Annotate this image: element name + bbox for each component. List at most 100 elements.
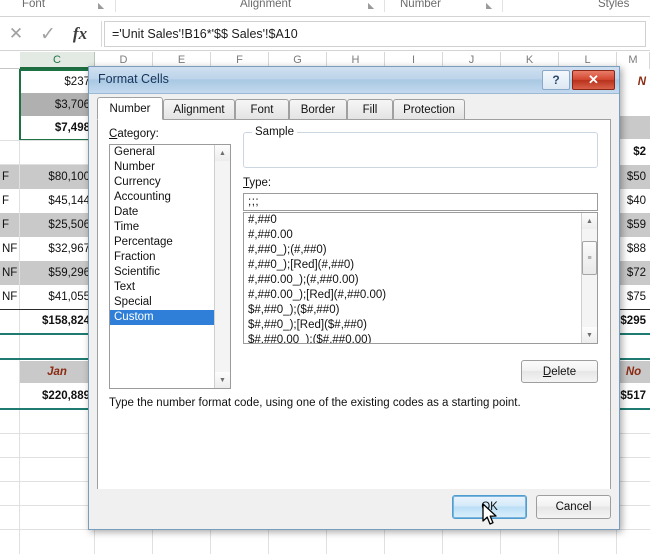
tab-fill[interactable]: Fill bbox=[347, 99, 393, 120]
tab-number[interactable]: Number bbox=[97, 97, 163, 120]
teal-rule bbox=[0, 333, 94, 335]
cell-right-month[interactable]: No bbox=[617, 361, 650, 383]
delete-accelerator: D bbox=[542, 365, 552, 378]
ribbon-group-number: Number bbox=[400, 0, 441, 10]
delete-button[interactable]: Delete bbox=[521, 360, 598, 383]
category-item-percentage[interactable]: Percentage bbox=[110, 235, 230, 250]
type-item-2[interactable]: #,##0_);(#,##0) bbox=[244, 243, 597, 258]
cell-right-1[interactable]: $2 bbox=[617, 140, 650, 164]
cell-right-7[interactable]: $75 bbox=[617, 285, 650, 309]
category-item-number[interactable]: Number bbox=[110, 160, 230, 175]
category-item-scientific[interactable]: Scientific bbox=[110, 265, 230, 280]
category-listbox[interactable]: General Number Currency Accounting Date … bbox=[109, 144, 231, 389]
cell-c-6[interactable]: $25,506 bbox=[20, 213, 94, 237]
insert-function-icon[interactable]: fx bbox=[64, 21, 96, 47]
tab-protection[interactable]: Protection bbox=[393, 99, 465, 120]
cell-c-2[interactable]: $3,706 bbox=[20, 93, 94, 116]
type-item-7[interactable]: $#,##0_);[Red]($#,##0) bbox=[244, 318, 597, 333]
alignment-dialog-launcher-icon[interactable]: ◣ bbox=[368, 1, 377, 10]
type-item-0[interactable]: #,##0 bbox=[244, 213, 597, 228]
type-item-6[interactable]: $#,##0_);($#,##0) bbox=[244, 303, 597, 318]
cell-right-grand-total[interactable]: $517 bbox=[617, 384, 650, 407]
category-item-text[interactable]: Text bbox=[110, 280, 230, 295]
cancel-button[interactable]: Cancel bbox=[536, 495, 611, 519]
cell-right-4[interactable]: $59 bbox=[617, 213, 650, 237]
type-item-1[interactable]: #,##0.00 bbox=[244, 228, 597, 243]
type-label: Type: bbox=[243, 177, 272, 189]
ribbon-divider bbox=[115, 0, 116, 12]
cell-c-3[interactable]: $7,498 bbox=[20, 116, 94, 139]
scroll-up-icon[interactable]: ▲ bbox=[215, 145, 230, 161]
number-dialog-launcher-icon[interactable]: ◣ bbox=[486, 1, 495, 10]
category-item-fraction[interactable]: Fraction bbox=[110, 250, 230, 265]
type-item-3[interactable]: #,##0_);[Red](#,##0) bbox=[244, 258, 597, 273]
row-label-2: F bbox=[2, 195, 10, 207]
cell-c-total[interactable]: $158,824 bbox=[20, 310, 94, 332]
category-item-time[interactable]: Time bbox=[110, 220, 230, 235]
category-scrollbar[interactable]: ▲ ▼ bbox=[214, 145, 230, 388]
category-item-accounting[interactable]: Accounting bbox=[110, 190, 230, 205]
cell-c-1[interactable]: $237 bbox=[20, 70, 94, 93]
cell-c-5[interactable]: $45,144 bbox=[20, 189, 94, 213]
cell-right-6[interactable]: $72 bbox=[617, 261, 650, 285]
help-icon[interactable]: ? bbox=[542, 70, 570, 90]
teal-rule bbox=[616, 333, 650, 335]
cell-right-0[interactable] bbox=[617, 116, 650, 139]
tab-font[interactable]: Font bbox=[235, 99, 289, 120]
cell-c-4[interactable]: $80,100 bbox=[20, 165, 94, 189]
cell-c-month[interactable]: Jan bbox=[20, 361, 94, 383]
column-header-c[interactable]: C bbox=[20, 52, 95, 69]
scrollbar-thumb[interactable]: ≡ bbox=[582, 241, 597, 275]
sample-groupbox: Sample bbox=[243, 126, 598, 168]
cell-right-5[interactable]: $88 bbox=[617, 237, 650, 261]
scroll-down-icon[interactable]: ▼ bbox=[582, 327, 597, 343]
gridline bbox=[616, 457, 650, 458]
cell-right-3[interactable]: $40 bbox=[617, 189, 650, 213]
type-item-8[interactable]: $#,##0.00_);($#,##0.00) bbox=[244, 333, 597, 343]
type-listbox[interactable]: #,##0 #,##0.00 #,##0_);(#,##0) #,##0_);[… bbox=[243, 212, 598, 344]
category-item-general[interactable]: General bbox=[110, 145, 230, 160]
gridline bbox=[616, 433, 650, 434]
cell-c-8[interactable]: $59,296 bbox=[20, 261, 94, 285]
tab-alignment[interactable]: Alignment bbox=[163, 99, 235, 120]
type-scrollbar[interactable]: ▲ ≡ ▼ bbox=[581, 213, 597, 343]
close-icon[interactable]: ✕ bbox=[572, 70, 615, 90]
teal-rule bbox=[616, 408, 650, 410]
cell-c-7[interactable]: $32,967 bbox=[20, 237, 94, 261]
dialog-body: Category: General Number Currency Accoun… bbox=[97, 120, 611, 492]
category-item-date[interactable]: Date bbox=[110, 205, 230, 220]
delete-button-label: Delete bbox=[543, 366, 576, 378]
row-label-4: NF bbox=[2, 243, 18, 255]
scroll-down-icon[interactable]: ▼ bbox=[215, 372, 230, 388]
teal-rule bbox=[0, 408, 94, 410]
cell-right-total[interactable]: $295 bbox=[617, 310, 650, 332]
type-input[interactable]: ;;; bbox=[243, 193, 598, 211]
teal-rule bbox=[0, 358, 94, 360]
cell-right-header[interactable]: N bbox=[617, 70, 650, 93]
scroll-up-icon[interactable]: ▲ bbox=[582, 213, 597, 229]
dialog-title-bar[interactable]: Format Cells ? ✕ bbox=[89, 67, 619, 94]
dialog-footer: OK Cancel bbox=[89, 489, 619, 529]
delete-rest: elete bbox=[551, 365, 577, 378]
formula-input[interactable]: ='Unit Sales'!B16*'$$ Sales'!$A10 bbox=[104, 21, 646, 47]
cell-c-9[interactable]: $41,055 bbox=[20, 285, 94, 309]
font-dialog-launcher-icon[interactable]: ◣ bbox=[98, 1, 107, 10]
column-header-m[interactable]: M bbox=[617, 52, 650, 69]
formula-bar: ✕ ✓ fx ='Unit Sales'!B16*'$$ Sales'!$A10 bbox=[0, 17, 650, 51]
cancel-icon[interactable]: ✕ bbox=[0, 21, 32, 47]
ok-button[interactable]: OK bbox=[452, 495, 527, 519]
excel-window: Font ◣ Alignment ◣ Number ◣ Styles ✕ ✓ f… bbox=[0, 0, 650, 554]
gridline bbox=[616, 505, 650, 506]
type-item-4[interactable]: #,##0.00_);(#,##0.00) bbox=[244, 273, 597, 288]
category-item-special[interactable]: Special bbox=[110, 295, 230, 310]
checkmark-icon[interactable]: ✓ bbox=[32, 21, 64, 47]
cell-right-2[interactable]: $50 bbox=[617, 165, 650, 189]
gridline bbox=[616, 481, 650, 482]
tab-border[interactable]: Border bbox=[289, 99, 347, 120]
category-item-currency[interactable]: Currency bbox=[110, 175, 230, 190]
type-item-5[interactable]: #,##0.00_);[Red](#,##0.00) bbox=[244, 288, 597, 303]
cell-c-grand-total[interactable]: $220,889 bbox=[20, 384, 94, 407]
category-item-custom[interactable]: Custom bbox=[110, 310, 230, 325]
ribbon-divider bbox=[384, 0, 385, 12]
gridline bbox=[0, 457, 94, 458]
